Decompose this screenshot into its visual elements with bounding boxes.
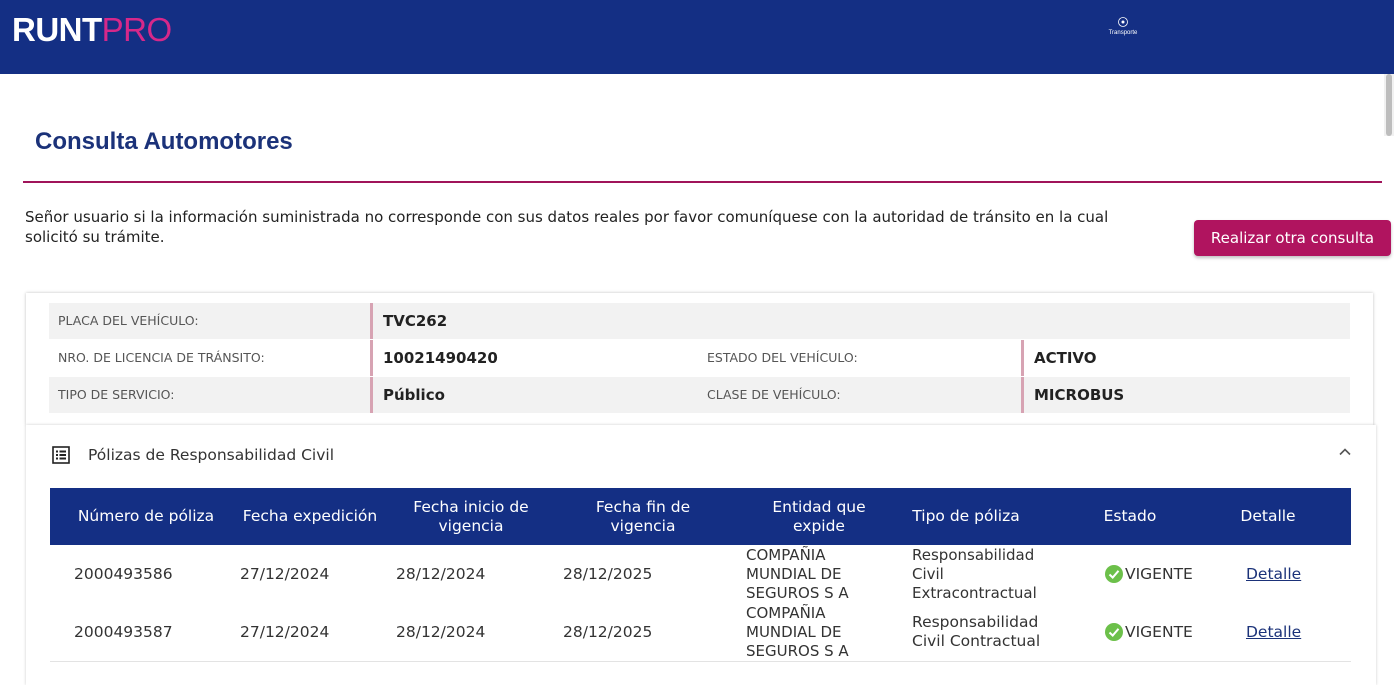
ministry-emblem-icon: [1118, 17, 1128, 27]
issue-date: 27/12/2024: [240, 622, 330, 641]
logo-pro-text: PRO: [101, 11, 173, 48]
license-row: NRO. DE LICENCIA DE TRÁNSITO: 1002149042…: [49, 340, 1350, 376]
logo-runt-text: RUNT: [12, 11, 102, 48]
col-status: Estado: [1103, 507, 1157, 525]
civil-liability-policies-panel: Pólizas de Responsabilidad Civil Número …: [26, 425, 1376, 685]
service-row: TIPO DE SERVICIO: Público CLASE DE VEHÍC…: [49, 377, 1350, 413]
plate-row: PLACA DEL VEHÍCULO: TVC262: [49, 303, 1350, 339]
table-row: 2000493587 27/12/2024 28/12/2024 28/12/2…: [50, 603, 1351, 662]
service-value: Público: [370, 377, 445, 413]
vehicle-class-value: MICROBUS: [1021, 377, 1124, 413]
page-title: Consulta Automotores: [35, 128, 293, 155]
detail-link[interactable]: Detalle: [1246, 545, 1301, 603]
start-date: 28/12/2024: [396, 622, 486, 641]
policy-number: 2000493586: [74, 564, 173, 583]
check-circle-icon: [1105, 623, 1123, 641]
status-text: VIGENTE: [1125, 564, 1193, 583]
detail-link-text[interactable]: Detalle: [1246, 565, 1301, 584]
status-badge: VIGENTE: [1104, 545, 1193, 603]
plate-label: PLACA DEL VEHÍCULO:: [58, 313, 199, 328]
user-notice: Señor usuario si la información suminist…: [25, 208, 1109, 246]
check-circle-icon: [1105, 565, 1123, 583]
col-end-date: Fecha fin de vigencia: [595, 497, 691, 535]
policy-type: Responsabilidad Civil Contractual: [912, 613, 1041, 650]
page-scrollbar[interactable]: [1384, 74, 1394, 136]
policies-section-header[interactable]: Pólizas de Responsabilidad Civil: [52, 442, 1352, 468]
vehicle-class-label: CLASE DE VEHÍCULO:: [707, 387, 841, 402]
status-badge: VIGENTE: [1104, 603, 1193, 661]
issue-date: 27/12/2024: [240, 564, 330, 583]
status-text: VIGENTE: [1125, 622, 1193, 641]
plate-value: TVC262: [370, 303, 447, 339]
policies-table-header: Número de póliza Fecha expedición Fecha …: [50, 488, 1351, 545]
ministry-label: Transporte: [1108, 30, 1138, 36]
vehicle-status-value: ACTIVO: [1021, 340, 1097, 376]
issuing-entity: COMPAÑIA MUNDIAL DE SEGUROS S A: [746, 546, 849, 602]
service-label: TIPO DE SERVICIO:: [58, 387, 175, 402]
table-row: 2000493586 27/12/2024 28/12/2024 28/12/2…: [50, 545, 1351, 604]
policies-section-title: Pólizas de Responsabilidad Civil: [88, 446, 335, 464]
license-value: 10021490420: [370, 340, 498, 376]
issuing-entity: COMPAÑIA MUNDIAL DE SEGUROS S A: [746, 604, 849, 660]
vehicle-status-label: ESTADO DEL VEHÍCULO:: [707, 350, 858, 365]
list-icon: [52, 446, 70, 464]
col-start-date: Fecha inicio de vigencia: [413, 497, 529, 535]
end-date: 28/12/2025: [563, 622, 653, 641]
top-header-bar: RUNTPRO Transporte: [0, 0, 1394, 74]
detail-link[interactable]: Detalle: [1246, 603, 1301, 661]
vehicle-info-card: PLACA DEL VEHÍCULO: TVC262 NRO. DE LICEN…: [26, 293, 1373, 425]
col-policy-type: Tipo de póliza: [912, 507, 1020, 525]
scrollbar-thumb[interactable]: [1386, 74, 1392, 136]
col-policy-number: Número de póliza: [77, 507, 215, 525]
end-date: 28/12/2025: [563, 564, 653, 583]
policy-type: Responsabilidad Civil Extracontractual: [912, 546, 1037, 602]
ministry-logo: Transporte: [1104, 16, 1142, 36]
detail-link-text[interactable]: Detalle: [1246, 623, 1301, 642]
runt-pro-logo[interactable]: RUNTPRO: [12, 10, 172, 50]
col-issuing-entity: Entidad que expide: [772, 497, 866, 535]
chevron-up-icon[interactable]: [1338, 445, 1352, 459]
col-issue-date: Fecha expedición: [242, 507, 378, 525]
start-date: 28/12/2024: [396, 564, 486, 583]
policy-number: 2000493587: [74, 622, 173, 641]
new-query-button[interactable]: Realizar otra consulta: [1194, 220, 1391, 256]
license-label: NRO. DE LICENCIA DE TRÁNSITO:: [58, 350, 265, 365]
title-divider: [23, 181, 1382, 183]
col-detail: Detalle: [1240, 507, 1296, 525]
